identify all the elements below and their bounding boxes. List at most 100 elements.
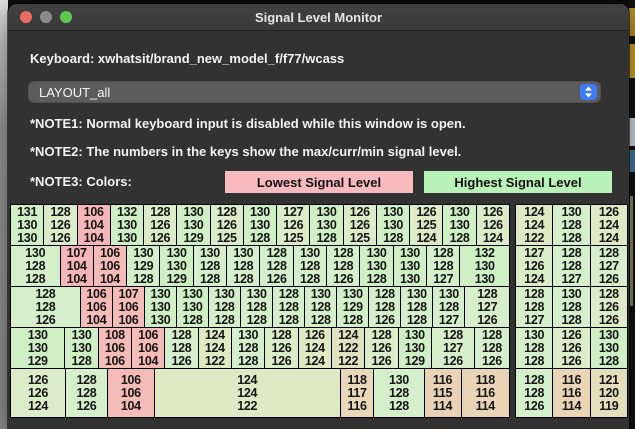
key-value: 128: [561, 245, 582, 260]
key-value: 127: [442, 340, 463, 355]
key-cell: 128 127 126: [464, 286, 511, 328]
key-value: 130: [299, 245, 320, 260]
key-value: 126: [216, 217, 237, 232]
key-value: 130: [214, 286, 235, 301]
key-value: 126: [598, 204, 619, 219]
key-value: 130: [17, 230, 38, 245]
key-value: 124: [524, 217, 545, 232]
key-value: 130: [449, 204, 470, 219]
key-value: 128: [481, 327, 502, 342]
key-value: 130: [116, 217, 137, 232]
key-value: 130: [166, 245, 187, 260]
key-value: 126: [35, 312, 56, 327]
key-value: 104: [138, 353, 159, 368]
key-cell: 106 106 104: [92, 245, 128, 287]
key-cell: 128 128 126: [164, 327, 199, 369]
key-value: 128: [278, 286, 299, 301]
key-cell: 130 128 128: [10, 245, 61, 287]
background-left-sliver: [0, 0, 8, 429]
key-value: 107: [66, 245, 87, 260]
key-cell: 126 126 126: [552, 327, 591, 369]
key-value: 126: [416, 204, 437, 219]
key-value: 126: [561, 340, 582, 355]
key-row: 130 128 128 107 104 104 106 106 104 130 129 128 130 1…: [10, 245, 510, 287]
key-value: 128: [250, 230, 270, 245]
key-cell: 126 125 124: [409, 204, 444, 246]
key-value: 130: [383, 204, 404, 219]
key-value: 126: [304, 327, 325, 342]
key-value: 128: [76, 385, 97, 400]
key-value: 126: [482, 217, 503, 232]
key-value: 116: [561, 372, 582, 387]
key-cell: 130 128 128: [515, 327, 554, 369]
key-value: 126: [598, 312, 619, 327]
key-value: 117: [347, 385, 367, 400]
key-value: 130: [366, 245, 387, 260]
key-value: 115: [432, 385, 453, 400]
minimize-button[interactable]: [40, 11, 52, 23]
key-value: 130: [183, 204, 204, 219]
layout-select[interactable]: LAYOUT_all: [28, 81, 601, 103]
key-cell: 130 128 128: [192, 245, 228, 287]
key-value: 104: [66, 271, 87, 286]
key-value: 130: [233, 245, 254, 260]
key-cell: 130 130 128: [359, 245, 394, 287]
key-value: 126: [283, 217, 304, 232]
key-value: 126: [524, 258, 545, 273]
key-cell: 130 128 128: [552, 204, 591, 246]
key-value: 128: [199, 258, 220, 273]
key-cell: 127 126 125: [276, 204, 311, 246]
key-value: 128: [71, 353, 92, 368]
key-cell: 128 128 126: [10, 286, 81, 328]
key-value: 122: [204, 353, 225, 368]
key-value: 130: [310, 286, 331, 301]
key-value: 128: [214, 312, 235, 327]
key-cell: 118 117 116: [339, 368, 375, 418]
key-value: 130: [474, 258, 495, 273]
key-row: 127 126 124 128 128 127 128 127 126: [515, 245, 628, 287]
key-value: 127: [598, 258, 619, 273]
key-cell: 116 115 114: [423, 368, 462, 418]
key-cell: 128 127 126: [430, 327, 475, 369]
close-button[interactable]: [20, 11, 32, 23]
key-value: 118: [475, 372, 496, 387]
key-cell: 130 129 128: [126, 245, 161, 287]
key-cell: 118 116 114: [460, 368, 510, 418]
key-row: 128 128 126 106 106 104 107 106 106 130 130 130 130 1…: [10, 286, 511, 328]
key-value: 128: [50, 204, 71, 219]
key-value: 128: [389, 398, 409, 413]
key-value: 130: [133, 245, 154, 260]
key-value: 122: [237, 398, 258, 413]
key-value: 126: [171, 353, 192, 368]
key-value: 130: [383, 217, 404, 232]
key-value: 122: [338, 353, 359, 368]
key-row: 131 130 130 128 126 126 106 104 104 132 130 130 128 1…: [10, 204, 510, 246]
key-cell: 130 128 128: [373, 368, 425, 418]
key-cell: 124 122 122: [330, 327, 366, 369]
key-value: 126: [524, 398, 545, 413]
key-value: 128: [561, 230, 582, 245]
key-cell: 128 126 126: [43, 204, 78, 246]
note-2: *NOTE2: The numbers in the keys show the…: [30, 144, 462, 159]
key-value: 130: [25, 245, 46, 260]
key-row: 130 128 128 126 126 126 130 130 128: [515, 327, 628, 369]
key-value: 128: [171, 327, 192, 342]
key-value: 128: [133, 271, 154, 286]
key-value: 126: [333, 271, 354, 286]
key-value: 124: [304, 340, 325, 355]
key-value: 106: [86, 286, 107, 301]
key-value: 126: [266, 271, 287, 286]
key-cell: 130 130 128: [375, 204, 411, 246]
key-value: 130: [250, 217, 270, 232]
zoom-button[interactable]: [60, 11, 72, 23]
key-cell: 128 126 125: [209, 204, 244, 246]
key-cell: 130 130 128: [442, 204, 477, 246]
key-value: 116: [475, 385, 496, 400]
key-value: 128: [171, 340, 192, 355]
key-value: 130: [438, 286, 459, 301]
key-value: 127: [524, 312, 545, 327]
key-value: 130: [182, 299, 203, 314]
key-cell: 128 128 127: [426, 245, 461, 287]
key-value: 128: [333, 258, 354, 273]
key-value: 114: [561, 398, 582, 413]
